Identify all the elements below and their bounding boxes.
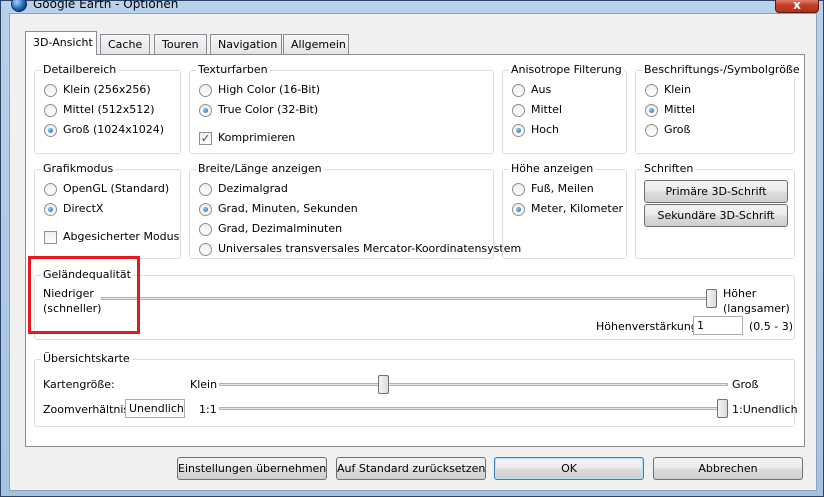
radio-icon (512, 183, 525, 196)
apply-settings-button[interactable]: Einstellungen übernehmen (177, 457, 327, 480)
group-title: Höhe anzeigen (509, 162, 596, 175)
checkbox-icon (44, 231, 57, 244)
group-title: Grafikmodus (41, 162, 116, 175)
cancel-button[interactable]: Abbrechen (653, 457, 803, 480)
map-size-label: Kartengröße: (43, 378, 115, 391)
group-texturfarben: Texturfarben High Color (16-Bit) True Co… (189, 63, 494, 154)
radio-checked-icon (512, 203, 525, 216)
radio-icon (44, 183, 57, 196)
group-title: Anisotrope Filterung (509, 63, 624, 76)
tab-cache[interactable]: Cache (100, 34, 150, 54)
google-earth-icon (11, 0, 27, 12)
elevation-exaggeration-input[interactable]: 1 (693, 316, 743, 335)
zoom-ratio-track[interactable] (219, 407, 728, 410)
group-title: Beschriftungs-/Symbolgröße (642, 63, 802, 76)
group-schriften: Schriften Primäre 3D-Schrift Sekundäre 3… (635, 162, 795, 259)
radio-icon (512, 84, 525, 97)
zoom-ratio-slider-thumb[interactable] (717, 399, 728, 418)
radio-checked-icon (512, 124, 525, 137)
radio-icon (512, 104, 525, 117)
highlight-box (28, 256, 140, 334)
tab-touren[interactable]: Touren (154, 34, 207, 54)
window-title: Google Earth - Optionen (33, 0, 179, 11)
radio-checked-icon (199, 203, 212, 216)
group-detailbereich: Detailbereich Klein (256x256) Mittel (51… (34, 63, 181, 154)
map-size-track[interactable] (219, 383, 728, 386)
close-button[interactable]: x (775, 0, 819, 13)
group-breite-laenge: Breite/Länge anzeigen Dezimalgrad Grad, … (189, 162, 521, 259)
group-title: Breite/Länge anzeigen (196, 162, 324, 175)
tab-3d-ansicht[interactable]: 3D-Ansicht (25, 31, 97, 55)
radio-checked-icon (44, 124, 57, 137)
group-title: Schriften (642, 162, 696, 175)
radio-checked-icon (645, 104, 658, 117)
map-size-min-label: Klein (190, 378, 218, 391)
radio-checked-icon (44, 203, 57, 216)
tab-panel-3d-ansicht: Detailbereich Klein (256x256) Mittel (51… (25, 54, 805, 447)
zoom-ratio-label: Zoomverhältnis: (43, 403, 133, 416)
radio-icon (199, 84, 212, 97)
radio-icon (44, 84, 57, 97)
group-beschriftungsgroesse: Beschriftungs-/Symbolgröße Klein Mittel … (635, 63, 802, 154)
terrain-quality-slider-thumb[interactable] (706, 289, 717, 308)
checkmark-icon: ✓ (199, 132, 212, 145)
tab-allgemein[interactable]: Allgemein (283, 34, 349, 54)
reset-defaults-button[interactable]: Auf Standard zurücksetzen (336, 457, 486, 480)
radio-icon (645, 84, 658, 97)
map-size-slider-thumb[interactable] (378, 375, 390, 394)
group-title: Texturfarben (196, 63, 270, 76)
group-uebersichtskarte: Übersichtskarte Kartengröße: Klein Groß … (34, 352, 798, 427)
radio-icon (199, 223, 212, 236)
elevation-exaggeration-range: (0.5 - 3) (749, 320, 794, 333)
zoom-min-label: 1:1 (199, 403, 217, 416)
terrain-high-sublabel: (langsamer) (723, 302, 790, 315)
radio-checked-icon (199, 104, 212, 117)
group-gelaendequalitaet: Geländequalität Niedriger (schneller) Hö… (34, 268, 795, 340)
zoom-max-label: 1:Unendlich (732, 403, 798, 416)
group-anisotrope-filterung: Anisotrope Filterung Aus Mittel Hoch (502, 63, 627, 154)
map-size-max-label: Groß (732, 378, 759, 391)
elevation-exaggeration-label: Höhenverstärkung: (596, 320, 702, 333)
primary-3d-font-button[interactable]: Primäre 3D-Schrift (644, 180, 788, 203)
options-window: Google Earth - Optionen x 3D-Ansicht Cac… (0, 0, 824, 497)
group-title: Übersichtskarte (41, 352, 132, 365)
terrain-high-label: Höher (723, 287, 757, 300)
tab-navigation[interactable]: Navigation (210, 34, 282, 54)
radio-icon (199, 243, 212, 256)
group-hoehe-anzeigen: Höhe anzeigen Fuß, Meilen Meter, Kilomet… (502, 162, 627, 259)
zoom-ratio-input[interactable]: Unendlich (125, 399, 185, 418)
radio-icon (645, 124, 658, 137)
radio-icon (44, 104, 57, 117)
group-grafikmodus: Grafikmodus OpenGL (Standard) DirectX Ab… (34, 162, 181, 259)
radio-icon (199, 183, 212, 196)
group-title: Detailbereich (41, 63, 119, 76)
ok-button[interactable]: OK (494, 457, 644, 480)
terrain-quality-track[interactable] (101, 297, 717, 300)
secondary-3d-font-button[interactable]: Sekundäre 3D-Schrift (644, 204, 788, 227)
